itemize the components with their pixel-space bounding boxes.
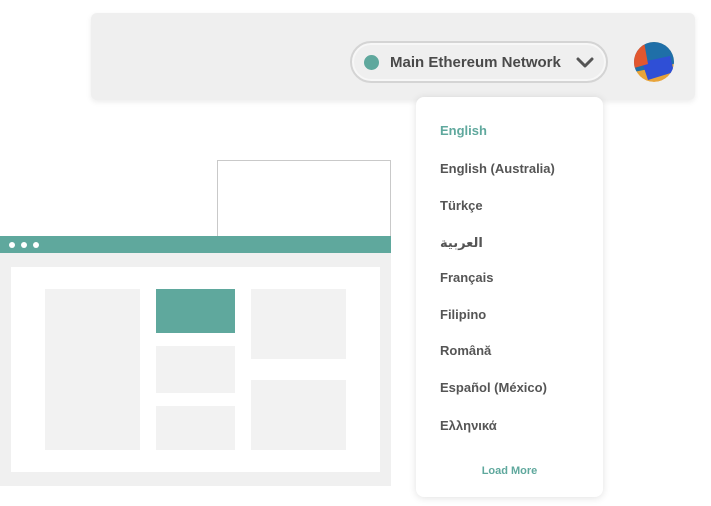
avatar[interactable] <box>634 42 674 82</box>
load-more-button[interactable]: Load More <box>416 465 603 477</box>
language-menu: English English (Australia) Türkçe العرب… <box>416 97 603 497</box>
connector-line <box>217 160 391 238</box>
language-item-greek[interactable]: Ελληνικά <box>440 418 497 433</box>
avatar-icon <box>634 42 674 82</box>
network-status-dot <box>364 55 379 70</box>
language-item-romanian[interactable]: Română <box>440 343 491 358</box>
placeholder-block <box>251 289 346 359</box>
placeholder-block-accent <box>156 289 235 333</box>
browser-titlebar <box>0 236 391 253</box>
window-dot-icon <box>33 242 39 248</box>
browser-content <box>11 267 380 472</box>
language-item-french[interactable]: Français <box>440 270 493 285</box>
language-item-spanish-mexico[interactable]: Español (México) <box>440 380 547 395</box>
placeholder-block <box>156 346 235 393</box>
chevron-down-icon <box>576 57 594 68</box>
language-item-english[interactable]: English <box>440 123 487 138</box>
window-dot-icon <box>9 242 15 248</box>
window-dot-icon <box>21 242 27 248</box>
language-item-arabic[interactable]: العربية <box>440 235 483 251</box>
network-label: Main Ethereum Network <box>390 54 561 71</box>
network-selector[interactable]: Main Ethereum Network <box>350 41 608 83</box>
language-item-english-australia[interactable]: English (Australia) <box>440 161 555 176</box>
language-item-turkish[interactable]: Türkçe <box>440 198 483 213</box>
placeholder-block <box>45 289 140 450</box>
browser-illustration <box>0 236 391 486</box>
language-item-filipino[interactable]: Filipino <box>440 307 486 322</box>
placeholder-block <box>251 380 346 450</box>
placeholder-block <box>156 406 235 450</box>
